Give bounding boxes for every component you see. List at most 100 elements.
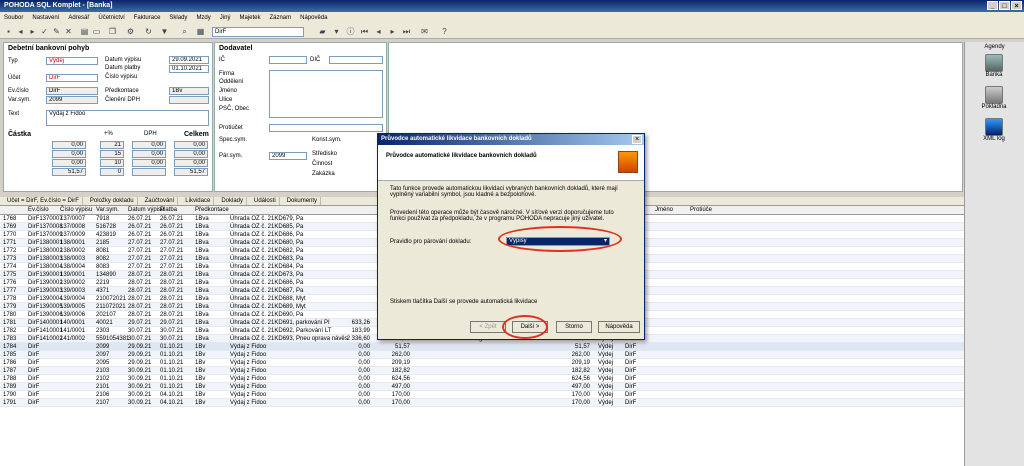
first-record-icon[interactable]: ⏮ [360,27,369,36]
edit-icon[interactable]: ✎ [52,27,61,36]
filter-icon[interactable]: ▼ [160,27,169,36]
datum-platby-field[interactable]: 01.10.2021 [169,65,209,73]
table-row[interactable]: 1790 DirF 2106 30.09.21 04.10.21 1Bv Výdaj z F… [0,391,964,399]
print-icon[interactable]: ▤ [80,27,89,36]
folder-icon[interactable]: ▰ [318,27,327,36]
amount-cell[interactable]: 21 [100,141,124,149]
menu-item[interactable]: Soubor [4,15,23,21]
table-row[interactable]: 1784 DirF 2099 29.09.21 01.10.21 1Bv Výdaj z F… [0,343,964,351]
prev-record-icon[interactable]: ◂ [374,27,383,36]
amount-cell[interactable]: 51,57 [52,168,86,176]
amount-cell[interactable] [132,168,166,176]
amount-cell[interactable]: 0,00 [52,150,86,158]
grid-tab[interactable]: Doklady [218,197,247,205]
calculator-icon[interactable]: ▦ [196,27,205,36]
menu-item[interactable]: Jiný [220,15,231,21]
evcislo-field[interactable]: DirF [46,87,98,95]
cross-icon[interactable]: ✕ [64,27,73,36]
amount-cell[interactable]: 0 [100,168,124,176]
dialog-close-button[interactable]: × [632,135,642,144]
table-row[interactable]: 1786 DirF 2095 29.09.21 01.10.21 1Bv Výdaj z F… [0,359,964,367]
cleneni-field[interactable] [169,96,209,104]
grid-tab[interactable]: Účet = DirF, Ev.číslo = DirF [4,197,83,205]
amount-cell[interactable]: 10 [100,159,124,167]
par-field[interactable]: 2099 [269,152,307,160]
varsym-field[interactable]: 2099 [46,96,98,104]
check-icon[interactable]: ✓ [40,27,49,36]
grid-tab[interactable]: Likvidace [182,197,215,205]
menu-item[interactable]: Nastavení [32,15,59,21]
save-icon[interactable]: ▪ [4,27,13,36]
search-icon[interactable]: ⌕ [180,27,189,36]
menu-item[interactable]: Adresář [68,15,89,21]
menu-item[interactable]: Účetnictví [98,15,124,21]
column-header[interactable]: Protiúče [690,207,712,213]
predkontace-field[interactable]: 1Bv [169,87,209,95]
minimize-button[interactable]: _ [987,1,998,10]
column-header[interactable]: Datum výpisu [128,207,164,213]
table-row[interactable]: 1791 DirF 2107 30.09.21 04.10.21 1Bv Výdaj z F… [0,399,964,407]
grid-tab[interactable]: Položky dokladu [87,197,138,205]
last-record-icon[interactable]: ⏭ [402,27,411,36]
help-button[interactable]: Nápověda [598,321,640,333]
help-icon[interactable]: ? [440,27,449,36]
agenda-item-banka[interactable]: Banka [981,54,1007,78]
table-cell: 2303 [96,328,110,334]
grid-tab[interactable]: Zaúčtování [142,197,179,205]
dic-field[interactable] [329,56,383,64]
column-header[interactable]: Číslo výpisu [60,207,92,213]
table-row[interactable]: 1785 DirF 2097 29.09.21 01.10.21 1Bv Výdaj z F… [0,351,964,359]
forward-icon[interactable]: ▸ [28,27,37,36]
table-cell: DirF1370009 [28,232,63,238]
grid-tab[interactable]: Dokumenty [284,197,322,205]
back-button[interactable]: < Zpět [470,321,506,333]
chevron-down-icon[interactable]: ▾ [332,27,341,36]
table-row[interactable]: 1789 DirF 2101 30.09.21 01.10.21 1Bv Výdaj z F… [0,383,964,391]
back-icon[interactable]: ◂ [16,27,25,36]
cancel-button[interactable]: Storno [556,321,592,333]
protiucet-field[interactable] [269,124,383,132]
datum-vypisu-field[interactable]: 29.09.2021 [169,56,209,64]
refresh-icon[interactable]: ↻ [144,27,153,36]
info-icon[interactable]: ⓘ [346,27,355,36]
menu-item[interactable]: Majetek [239,15,260,21]
menu-item[interactable]: Sklady [169,15,187,21]
column-header[interactable]: Jméno [655,207,673,213]
amount-cell[interactable]: 0,00 [132,141,166,149]
amount-cell[interactable]: 15 [100,150,124,158]
close-button[interactable]: × [1011,1,1022,10]
agenda-item-pokladna[interactable]: Pokladna [981,86,1007,110]
table-row[interactable]: 1787 DirF 2103 30.09.21 01.10.21 1Bv Výdaj z F… [0,367,964,375]
menu-item[interactable]: Záznam [269,15,291,21]
document-icon[interactable]: ▭ [92,27,101,36]
maximize-button[interactable]: □ [999,1,1010,10]
settings-icon[interactable]: ⚙ [126,27,135,36]
copy-icon[interactable]: ❐ [108,27,117,36]
amount-cell[interactable]: 0,00 [132,150,166,158]
typ-select[interactable]: Výdej [46,57,98,65]
menu-item[interactable]: Nápověda [300,15,327,21]
column-header[interactable]: Platba [160,207,177,213]
amount-cell[interactable]: 0,00 [52,141,86,149]
menu-item[interactable]: Mzdy [196,15,210,21]
next-record-icon[interactable]: ▸ [388,27,397,36]
column-header[interactable]: Ev.číslo [28,207,49,213]
amount-cell[interactable]: 0,00 [174,159,208,167]
column-header[interactable]: Var.sym. [96,207,119,213]
amount-cell[interactable]: 0,00 [174,150,208,158]
amount-cell[interactable]: 0,00 [52,159,86,167]
agenda-item-xml-log[interactable]: XML log [981,118,1007,142]
menu-item[interactable]: Fakturace [134,15,161,21]
filter-select[interactable]: DirF [212,27,304,37]
ic-field[interactable] [269,56,307,64]
ucet-select[interactable]: DirF [46,74,98,82]
firma-field[interactable] [269,70,383,118]
mail-icon[interactable]: ✉ [420,27,429,36]
grid-tab[interactable]: Události [251,197,280,205]
amount-cell[interactable]: 0,00 [174,141,208,149]
text-field[interactable]: Výdaj z Fidoo [46,110,209,126]
amount-cell[interactable]: 0,00 [132,159,166,167]
column-header[interactable]: Předkontace [195,207,229,213]
table-row[interactable]: 1788 DirF 2102 30.09.21 01.10.21 1Bv Výdaj z F… [0,375,964,383]
amount-cell[interactable]: 51,57 [174,168,208,176]
